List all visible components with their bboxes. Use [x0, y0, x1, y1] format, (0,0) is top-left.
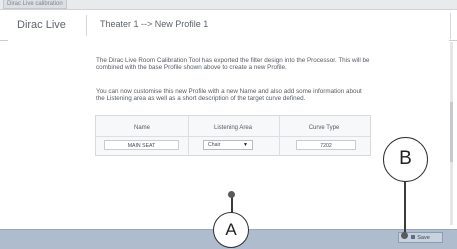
export-info-text: The Dirac Live Room Calibration Tool has… — [96, 57, 370, 72]
callout-a-anchor — [228, 191, 235, 198]
save-icon — [411, 234, 416, 239]
chevron-down-icon: ▼ — [243, 142, 248, 148]
column-header-name: Name — [133, 125, 150, 131]
scrollbar-thumb[interactable] — [450, 102, 453, 162]
vertical-scrollbar[interactable] — [450, 42, 453, 225]
header: Dirac Live Theater 1 --> New Profile 1 — [0, 10, 457, 41]
window-tab[interactable]: Dirac Live calibration — [3, 0, 67, 9]
table-header-divider — [96, 136, 370, 137]
customise-info-text: You can now customise this new Profile w… — [96, 88, 362, 103]
column-header-listening-area: Listening Area — [213, 125, 253, 131]
listening-area-select[interactable]: Chair ▼ — [203, 140, 253, 150]
profile-name-input[interactable]: MAIN SEAT — [104, 140, 179, 150]
profile-table: Name Listening Area Curve Type MAIN SEAT… — [95, 115, 371, 156]
column-header-curve-type: Curve Type — [308, 125, 340, 131]
breadcrumb: Theater 1 --> New Profile 1 — [100, 19, 209, 29]
header-divider — [86, 15, 87, 36]
callout-a-leader — [231, 196, 233, 213]
curve-type-input[interactable]: 7202 — [296, 140, 356, 150]
save-button-label: Save — [417, 235, 430, 241]
callout-b-anchor — [401, 232, 408, 239]
callout-b-leader — [404, 181, 406, 236]
app-name: Dirac Live — [17, 19, 66, 31]
callout-a: A — [213, 212, 249, 248]
callout-b: B — [383, 137, 428, 182]
title-bar: Dirac Live calibration — [0, 0, 457, 10]
listening-area-value: Chair — [208, 142, 221, 148]
header-right-divider — [450, 13, 451, 39]
